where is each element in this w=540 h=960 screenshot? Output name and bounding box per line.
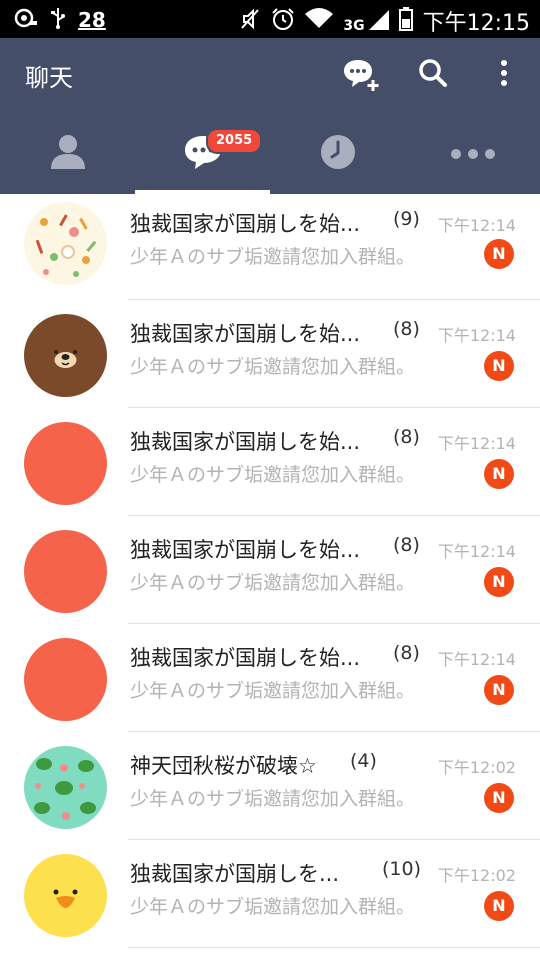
avatar [24,202,107,285]
tab-more[interactable] [405,114,540,194]
avatar [24,314,107,397]
chat-time: 下午12:14 [437,216,516,235]
chat-time: 下午12:14 [437,434,516,453]
chat-name: 独裁国家が国崩しを始... [130,212,361,236]
person-icon [49,133,87,175]
chat-time: 下午12:14 [437,326,516,345]
chat-name: 独裁国家が国崩しを始... [130,538,361,562]
network-type: 3G [343,18,365,34]
chat-name: 独裁国家が国崩しを始... [130,322,361,346]
avatar [24,746,107,829]
new-badge: N [484,891,514,921]
avatar [24,422,107,505]
message-count: (8) [393,642,420,664]
chat-name: 神天団秋桜が破壊☆ [130,754,317,778]
chat-preview: 少年Ａのサブ垢邀請您加入群組。 [130,572,416,594]
new-badge: N [484,351,514,381]
status-bar: 28 3G 下午12:15 [0,0,540,38]
avatar [24,530,107,613]
chat-time: 下午12:14 [437,650,516,669]
unread-badge: 2055 [206,128,263,154]
chat-row[interactable]: 独裁国家が国崩しを... (10) 下午12:02 少年Ａのサブ垢邀請您加入群組… [0,840,540,948]
new-badge: N [484,459,514,489]
signal-icon [367,8,389,34]
chat-row[interactable]: 神天団秋桜が破壊☆ (4) 下午12:02 少年Ａのサブ垢邀請您加入群組。 N [0,732,540,840]
battery-icon [398,7,413,35]
mute-icon [239,7,261,35]
chat-time: 下午12:02 [437,758,516,777]
chat-row[interactable]: 独裁国家が国崩しを始... (9) 下午12:14 少年Ａのサブ垢邀請您加入群組… [0,194,540,300]
chat-name: 独裁国家が国崩しを... [130,862,340,886]
divider [128,947,540,948]
chat-name: 独裁国家が国崩しを始... [130,430,361,454]
wifi-icon [305,8,334,34]
new-chat-icon[interactable] [342,58,380,96]
more-horiz-icon [449,145,497,164]
chat-row[interactable]: 独裁国家が国崩しを始... (8) 下午12:14 少年Ａのサブ垢邀請您加入群組… [0,300,540,408]
message-count: (8) [393,426,420,448]
alarm-icon [271,7,295,35]
tab-bar: 2055 [0,114,540,194]
new-badge: N [484,783,514,813]
search-icon[interactable] [418,58,448,92]
app-header: 聊天 2055 [0,38,540,194]
new-badge: N [484,675,514,705]
message-count: (9) [393,208,420,230]
chat-preview: 少年Ａのサブ垢邀請您加入群組。 [130,896,416,918]
chat-preview: 少年Ａのサブ垢邀請您加入群組。 [130,356,416,378]
message-count: (8) [393,534,420,556]
chat-preview: 少年Ａのサブ垢邀請您加入群組。 [130,788,416,810]
more-vert-icon[interactable] [498,58,510,92]
chat-row[interactable]: 独裁国家が国崩しを始... (8) 下午12:14 少年Ａのサブ垢邀請您加入群組… [0,624,540,732]
tab-timeline[interactable] [270,114,405,194]
page-title: 聊天 [25,64,73,92]
clock-icon [319,133,357,175]
avatar [24,638,107,721]
tab-chats[interactable]: 2055 [135,114,270,194]
chat-row[interactable]: 独裁国家が国崩しを始... (8) 下午12:14 少年Ａのサブ垢邀請您加入群組… [0,408,540,516]
message-count: (4) [350,750,377,772]
chat-time: 下午12:02 [437,866,516,885]
chat-preview: 少年Ａのサブ垢邀請您加入群組。 [130,464,416,486]
chat-row[interactable]: 独裁国家が国崩しを始... (8) 下午12:14 少年Ａのサブ垢邀請您加入群組… [0,516,540,624]
chat-time: 下午12:14 [437,542,516,561]
message-count: (10) [382,858,422,880]
notification-count: 28 [78,8,106,32]
tab-friends[interactable] [0,114,135,194]
notification-icon [14,7,38,33]
clock-text: 下午12:15 [422,11,530,36]
avatar [24,854,107,937]
new-badge: N [484,567,514,597]
message-count: (8) [393,318,420,340]
chat-name: 独裁国家が国崩しを始... [130,646,361,670]
new-badge: N [484,239,514,269]
chat-list[interactable]: 独裁国家が国崩しを始... (9) 下午12:14 少年Ａのサブ垢邀請您加入群組… [0,194,540,960]
chat-preview: 少年Ａのサブ垢邀請您加入群組。 [130,680,416,702]
chat-preview: 少年Ａのサブ垢邀請您加入群組。 [130,246,416,268]
usb-icon [50,6,66,34]
